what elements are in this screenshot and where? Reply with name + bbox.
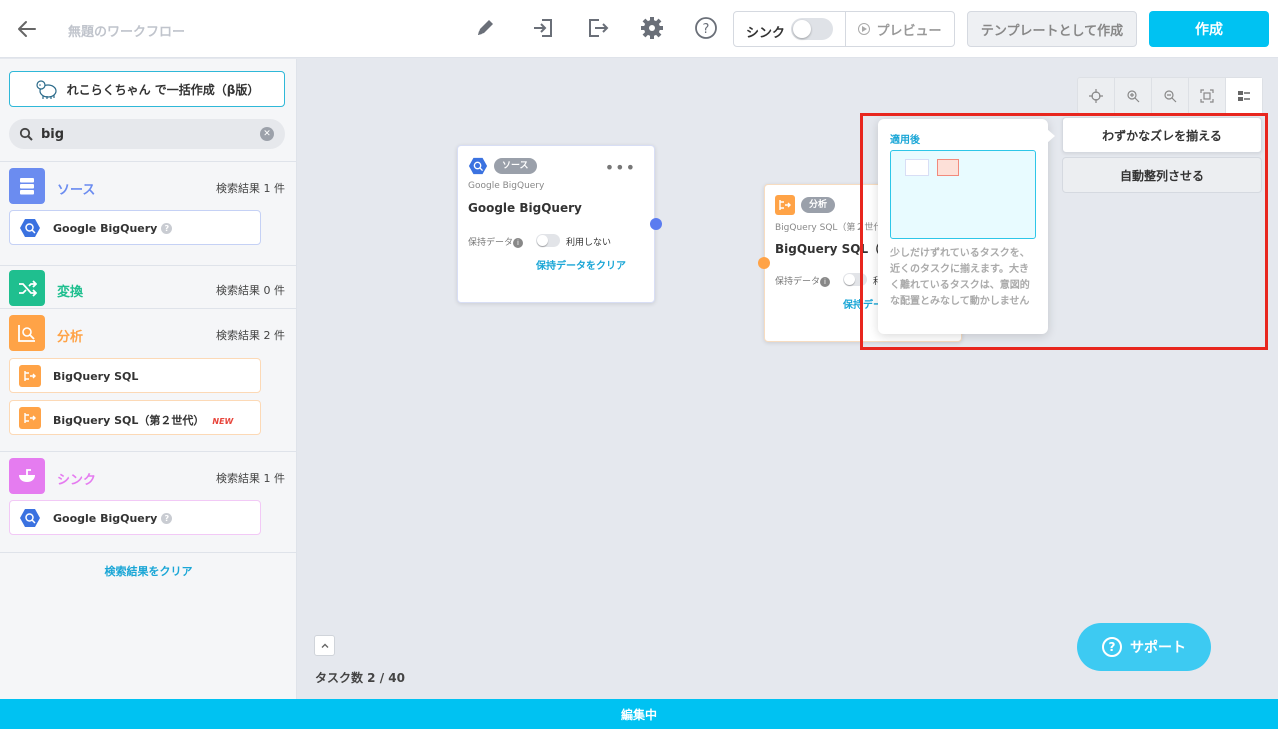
bigquery-icon <box>19 217 41 239</box>
import-icon[interactable] <box>531 15 557 41</box>
sink-toggle[interactable] <box>791 18 833 40</box>
help-icon[interactable]: ? <box>161 513 173 524</box>
analysis-icon <box>9 315 45 351</box>
node-type-tag: 分析 <box>801 197 836 213</box>
canvas-controls <box>1077 77 1263 114</box>
keep-data-label: 保持データ <box>468 238 514 248</box>
item-label: Google BigQuery <box>53 512 158 525</box>
help-icon: ? <box>1102 637 1122 657</box>
category-transform: 変換 検索結果 0 件 <box>0 265 297 309</box>
keep-data-label: 保持データ <box>775 277 821 287</box>
top-toolbar: 無題のワークフロー ? シンク プレビュー テンプレートとして作成 作成 <box>0 0 1278 58</box>
export-icon[interactable] <box>585 15 611 41</box>
node-title: Google BigQuery <box>468 201 582 215</box>
search-input[interactable] <box>41 124 251 144</box>
category-count: 検索結果 1 件 <box>216 472 285 485</box>
node-subtitle: Google BigQuery <box>468 181 545 191</box>
new-badge: NEW <box>212 417 234 426</box>
sink-icon <box>9 458 45 494</box>
sql-icon <box>19 365 41 387</box>
input-port[interactable] <box>758 257 770 269</box>
bigquery-icon <box>468 156 488 176</box>
list-item[interactable]: Google BigQuery? <box>9 210 261 245</box>
auto-align-icon[interactable] <box>1226 78 1262 113</box>
fit-screen-icon[interactable] <box>1189 78 1226 113</box>
task-node-source[interactable]: ソース ••• Google BigQuery Google BigQuery … <box>457 145 662 303</box>
category-name: シンク <box>57 473 97 488</box>
keep-data-toggle[interactable] <box>536 234 560 247</box>
pencil-icon[interactable] <box>472 15 498 41</box>
help-icon[interactable]: ? <box>693 15 719 41</box>
category-count: 検索結果 2 件 <box>216 329 285 342</box>
play-icon <box>858 23 871 35</box>
zoom-out-icon[interactable] <box>1152 78 1189 113</box>
database-icon <box>9 168 45 204</box>
bulk-create-label: れこらくちゃん で一括作成（β版） <box>66 82 260 97</box>
center-icon[interactable] <box>1078 78 1115 113</box>
category-name: ソース <box>57 183 96 198</box>
sql-icon <box>775 195 795 215</box>
task-search: ✕ <box>9 119 285 149</box>
search-icon <box>19 127 33 141</box>
sql-icon <box>19 407 41 429</box>
task-sidebar: れこらくちゃん で一括作成（β版） ✕ ソース 検索結果 1 件 Google … <box>0 59 297 699</box>
info-icon[interactable]: i <box>820 277 831 287</box>
shuffle-icon <box>9 270 45 306</box>
item-label: Google BigQuery <box>53 222 158 235</box>
workflow-canvas[interactable]: ソース ••• Google BigQuery Google BigQuery … <box>298 59 1278 699</box>
support-button[interactable]: ? サポート <box>1077 623 1211 671</box>
category-name: 分析 <box>57 330 84 345</box>
info-icon[interactable]: i <box>513 238 524 248</box>
list-item[interactable]: BigQuery SQL <box>9 358 261 393</box>
gear-icon[interactable] <box>639 15 665 41</box>
clear-search-icon[interactable]: ✕ <box>260 127 274 141</box>
unused-label: 利用しない <box>566 238 612 248</box>
category-sink: シンク 検索結果 1 件 Google BigQuery? <box>0 451 297 552</box>
output-port[interactable] <box>650 218 662 230</box>
create-button[interactable]: 作成 <box>1149 11 1269 47</box>
help-icon[interactable]: ? <box>161 223 173 234</box>
clear-results-link[interactable]: 検索結果をクリア <box>0 563 297 579</box>
clear-kept-data-link[interactable]: 保持データをクリア <box>536 257 626 272</box>
sink-toggle-group: シンク プレビュー <box>733 11 955 47</box>
highlight-box <box>860 113 1268 350</box>
sink-label: シンク <box>746 26 786 41</box>
list-item[interactable]: Google BigQuery? <box>9 500 261 535</box>
status-bar: 編集中 <box>0 699 1278 729</box>
item-label: BigQuery SQL <box>53 370 139 383</box>
list-item[interactable]: BigQuery SQL（第２世代） NEW <box>9 400 261 435</box>
chevron-up-icon[interactable] <box>314 635 335 656</box>
bulk-create-button[interactable]: れこらくちゃん で一括作成（β版） <box>9 71 285 107</box>
back-arrow-icon[interactable] <box>14 16 40 42</box>
task-count: タスク数 2 / 40 <box>315 671 405 685</box>
preview-button[interactable]: プレビュー <box>846 12 954 46</box>
mascot-icon <box>36 80 57 99</box>
item-label: BigQuery SQL（第２世代） <box>53 414 205 427</box>
category-name: 変換 <box>57 285 84 300</box>
more-options-icon[interactable]: ••• <box>605 158 636 177</box>
category-analysis: 分析 検索結果 2 件 BigQuery SQL BigQuery SQL（第２… <box>0 308 297 451</box>
create-template-button[interactable]: テンプレートとして作成 <box>967 11 1137 47</box>
category-count: 検索結果 1 件 <box>216 182 285 195</box>
category-source: ソース 検索結果 1 件 Google BigQuery? <box>0 161 297 265</box>
category-count: 検索結果 0 件 <box>216 284 285 297</box>
zoom-in-icon[interactable] <box>1115 78 1152 113</box>
bigquery-icon <box>19 507 41 529</box>
node-type-tag: ソース <box>494 158 537 174</box>
svg-text:?: ? <box>703 22 710 37</box>
workflow-title[interactable]: 無題のワークフロー <box>68 21 185 40</box>
